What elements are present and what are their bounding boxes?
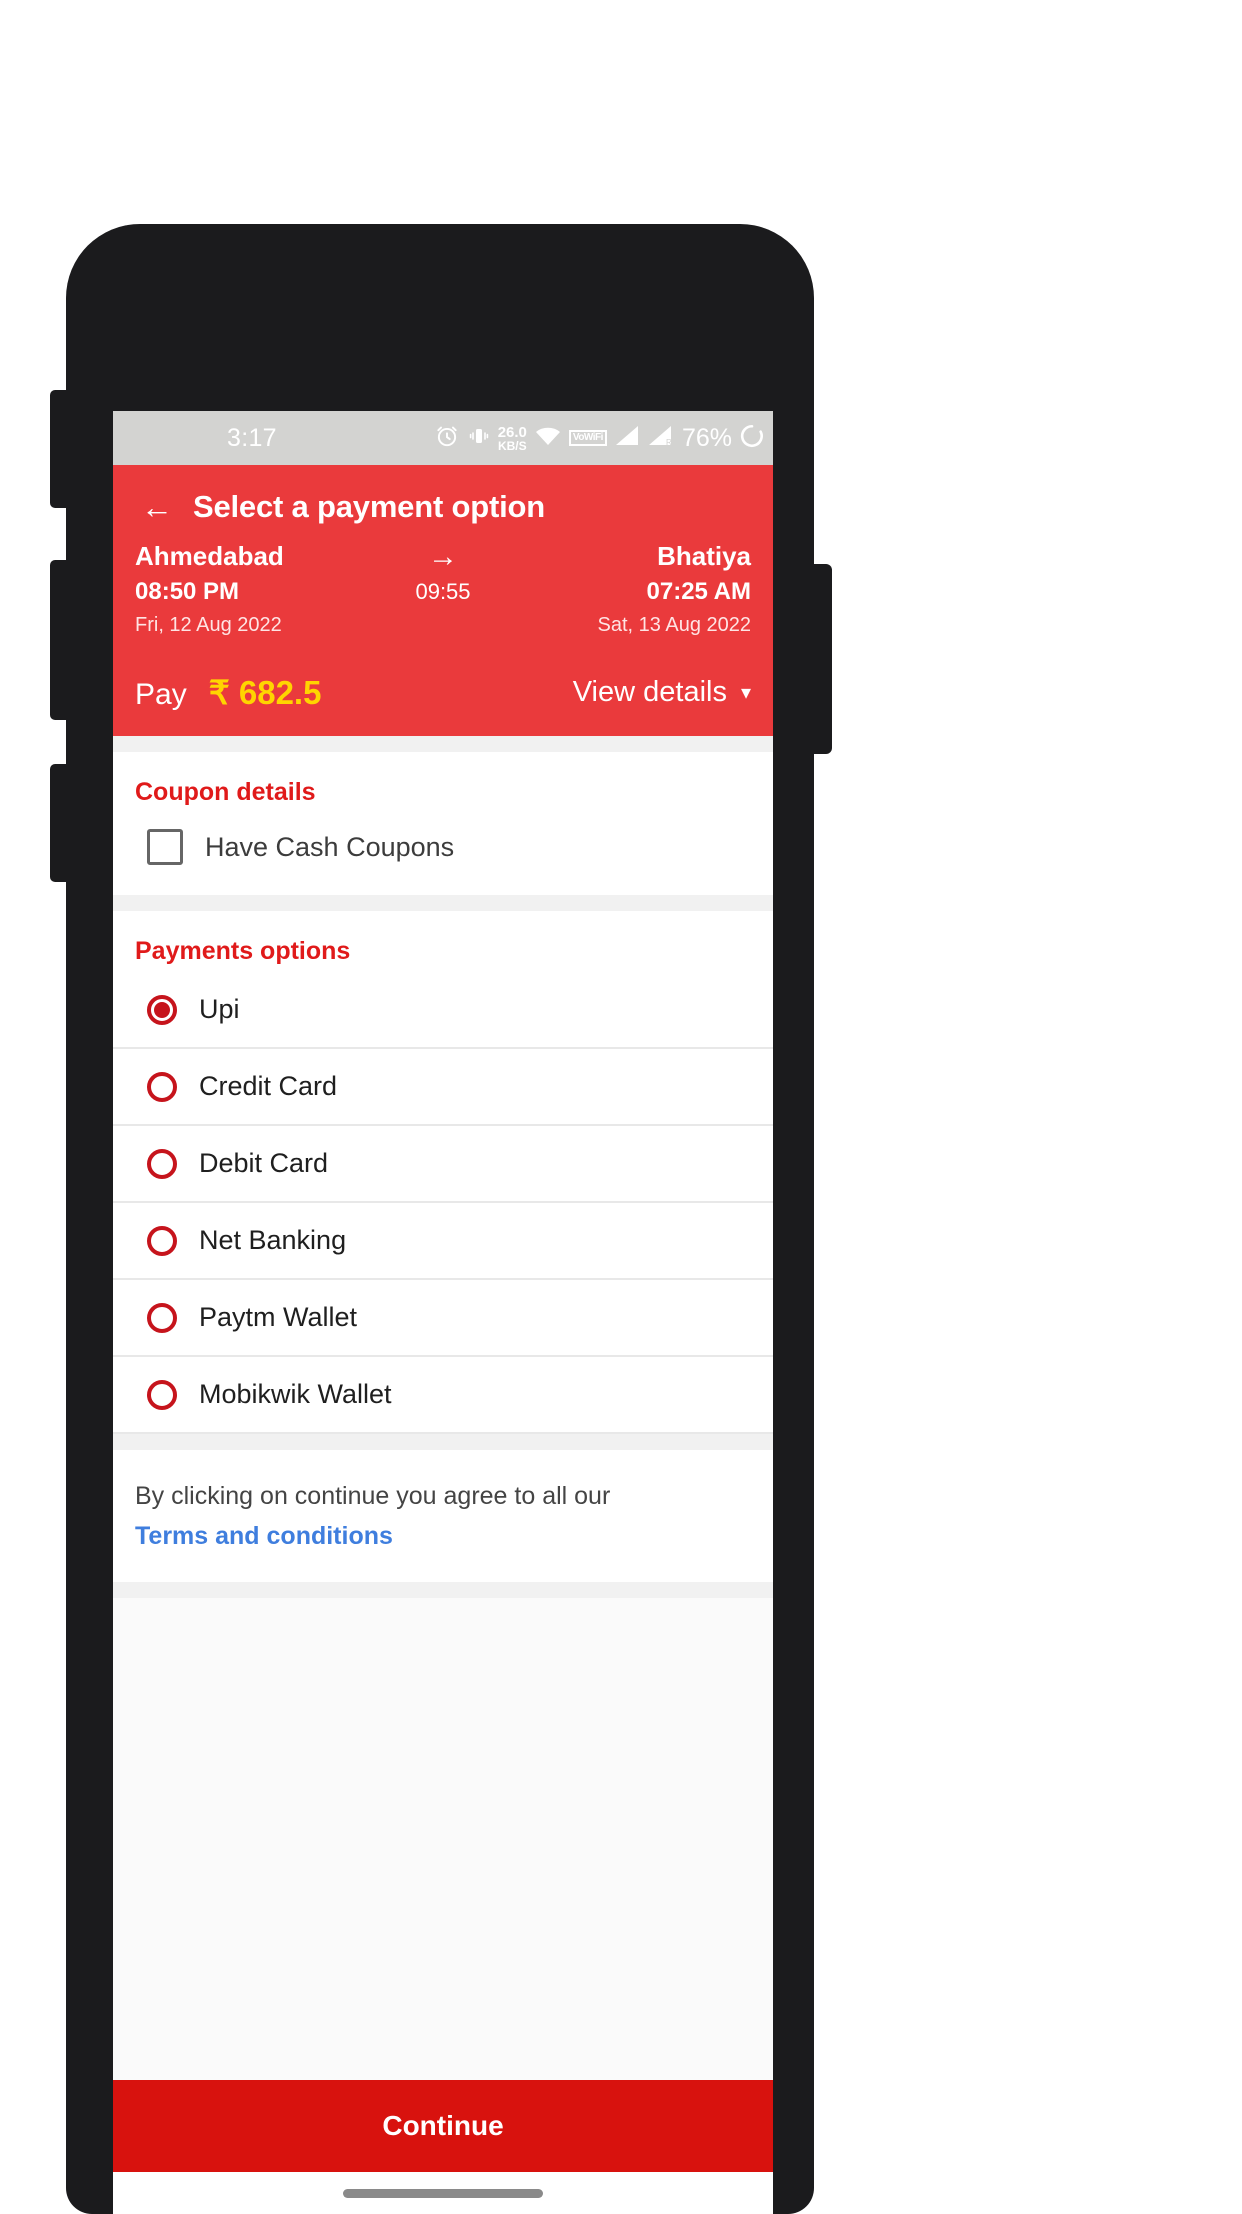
pay-summary-row: Pay ₹ 682.5 View details ▾ [113,637,773,712]
chevron-down-icon: ▾ [740,681,751,704]
terms-card: By clicking on continue you agree to all… [113,1450,773,1582]
pay-amount: ₹ 682.5 [208,674,322,711]
section-divider-2 [113,895,773,911]
wifi-icon [534,425,562,452]
phone-mockup: 3:17 26.0 KB/S VoWiFi R 76% ← Select a p… [50,224,832,2214]
status-bar: 3:17 26.0 KB/S VoWiFi R 76% [113,411,773,465]
payment-option-row[interactable]: Credit Card [113,1049,773,1126]
status-bar-icons: 26.0 KB/S VoWiFi R 76% [434,423,765,454]
destination-city: Bhatiya [657,541,751,571]
view-details-label: View details [572,676,727,708]
payment-option-row[interactable]: Debit Card [113,1126,773,1203]
journey-summary: Ahmedabad → Bhatiya 08:50 PM 09:55 07:25… [113,541,773,637]
pay-amount-group: Pay ₹ 682.5 [135,673,321,712]
payment-option-label: Net Banking [199,1225,347,1255]
section-divider-3 [113,1434,773,1450]
signal-1-icon [614,425,640,452]
alarm-icon [434,423,460,454]
sync-icon [739,423,765,454]
phone-side-button-volume-up[interactable] [50,390,68,508]
section-divider-4 [113,1582,773,1598]
radio-dot [154,1001,170,1018]
payment-option-radio[interactable] [147,1225,177,1256]
payment-options-list: Upi Credit Card Debit Card Net Banking Paytm… [113,966,773,1434]
payment-option-radio[interactable] [147,1302,177,1333]
payment-option-label: Credit Card [199,1071,338,1101]
payments-section-title: Payments options [135,937,351,965]
payment-option-radio[interactable] [147,1148,177,1179]
payment-option-row[interactable]: Paytm Wallet [113,1280,773,1357]
page-title: Select a payment option [193,489,545,524]
departure-time: 08:50 PM [135,578,240,605]
network-speed-indicator: 26.0 KB/S [497,423,527,453]
journey-cities-row: Ahmedabad → Bhatiya [135,541,751,578]
coupon-section-title: Coupon details [135,778,316,806]
payment-option-radio[interactable] [147,994,177,1025]
departure-date: Fri, 12 Aug 2022 [135,614,282,636]
payment-options-card: Payments options Upi Credit Card Debit Car… [113,911,773,1434]
header-top-bar: ← Select a payment option [113,465,773,541]
battery-percentage: 76% [681,423,732,452]
journey-duration: 09:55 [415,579,471,604]
empty-filler-area [113,1598,773,2080]
payment-option-radio[interactable] [147,1071,177,1102]
arrow-right-icon: → [428,539,458,573]
terms-agreement-text: By clicking on continue you agree to all… [135,1482,611,1510]
origin-city: Ahmedabad [135,541,284,571]
payment-option-label: Upi [199,994,240,1024]
payment-option-row[interactable]: Upi [113,972,773,1049]
journey-dates-row: Fri, 12 Aug 2022 Sat, 13 Aug 2022 [135,614,751,637]
payment-option-row[interactable]: Mobikwik Wallet [113,1357,773,1434]
payment-option-label: Debit Card [199,1148,329,1178]
home-gesture-pill[interactable] [343,2188,543,2198]
payment-option-radio[interactable] [147,1379,177,1410]
vowifi-icon: VoWiFi [568,430,607,446]
app-header: ← Select a payment option Ahmedabad → Bh… [113,465,773,736]
journey-times-row: 08:50 PM 09:55 07:25 AM [135,578,751,614]
back-arrow-icon[interactable]: ← [141,491,173,523]
continue-button[interactable]: Continue [113,2080,773,2172]
have-cash-coupons-checkbox[interactable] [147,829,183,865]
phone-side-button-volume-down[interactable] [50,560,68,720]
phone-side-button-power[interactable] [812,564,832,754]
coupon-card: Coupon details Have Cash Coupons [113,752,773,895]
status-bar-clock: 3:17 [227,423,277,452]
payment-option-row[interactable]: Net Banking [113,1203,773,1280]
have-cash-coupons-row[interactable]: Have Cash Coupons [113,807,773,895]
payment-option-label: Paytm Wallet [199,1302,358,1332]
pay-label: Pay [135,678,187,711]
svg-text:R: R [666,438,672,447]
payment-option-label: Mobikwik Wallet [199,1379,392,1409]
have-cash-coupons-label: Have Cash Coupons [205,831,455,862]
signal-2-icon: R [647,425,673,452]
phone-screen: 3:17 26.0 KB/S VoWiFi R 76% ← Select a p… [113,411,773,2214]
arrival-time: 07:25 AM [646,578,751,605]
phone-side-button-extra[interactable] [50,764,68,882]
terms-and-conditions-link[interactable]: Terms and conditions [135,1516,751,1556]
arrival-date: Sat, 13 Aug 2022 [597,614,751,636]
view-details-button[interactable]: View details ▾ [573,676,751,709]
vibrate-icon [467,424,491,453]
section-divider-1 [113,736,773,752]
